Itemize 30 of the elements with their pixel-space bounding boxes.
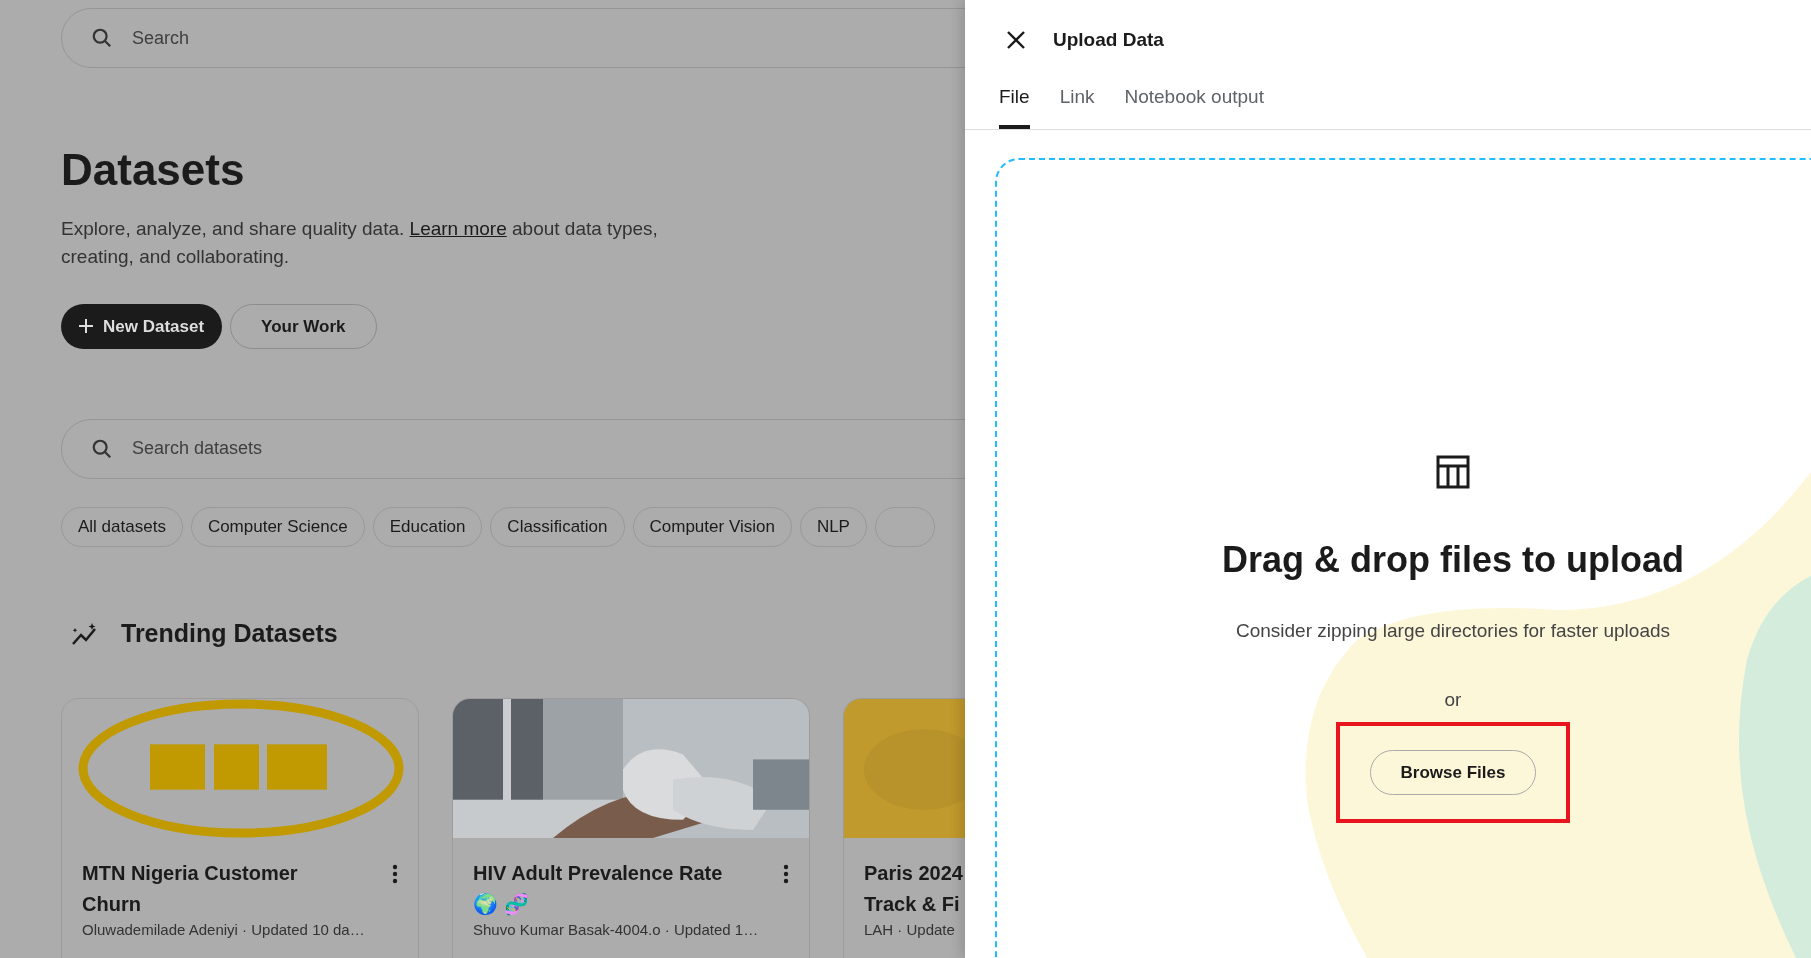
more-options-icon[interactable] <box>392 864 398 885</box>
or-text: or <box>1444 687 1462 712</box>
card-title: HIV Adult Prevalence Rate 🌍 🧬 <box>473 861 724 918</box>
search-field[interactable]: Search <box>61 8 965 68</box>
card-meta: Oluwademilade Adeniyi · Updated 10 da… <box>82 920 366 941</box>
trending-icon <box>71 621 99 646</box>
search-icon <box>91 437 113 460</box>
tab[interactable]: File <box>999 82 1030 129</box>
dialog-title: Upload Data <box>1053 28 1164 52</box>
search-icon <box>91 27 113 49</box>
section-title: Trending Datasets <box>121 617 338 649</box>
dropzone-heading: Drag & drop files to upload <box>1222 538 1684 582</box>
dropzone[interactable]: Drag & drop files to upload Consider zipping large directories for faster uploads or Browse Files <box>995 158 1811 958</box>
learn-more-link[interactable]: Learn more <box>409 217 507 239</box>
card-meta: Shuvo Kumar Basak-4004.o · Updated 1… <box>473 920 760 941</box>
tab[interactable]: Link <box>1059 82 1095 129</box>
dropzone-hint: Consider zipping large directories for faster uploads <box>1235 619 1671 643</box>
page-title: Datasets <box>61 144 246 196</box>
card-title: Paris 2024 Track & Fi <box>864 861 963 918</box>
dataset-card[interactable]: MTN Nigeria Customer Churn Oluwademilade Adeniyi · Updated 10 da… <box>61 698 419 958</box>
dataset-search-field[interactable]: Search datasets <box>61 418 965 479</box>
dataset-card[interactable]: HIV Adult Prevalence Rate 🌍 🧬 Shuvo Kumar Basak-4004.o · Updated 1… <box>452 698 810 958</box>
card-meta: LAH · Update <box>864 920 956 941</box>
table-icon <box>1436 455 1470 489</box>
new-dataset-button[interactable]: New Dataset <box>61 303 223 349</box>
intro-text: Explore, analyze, and share quality data. Learn more about data types, creating, and collaborating. <box>61 216 659 269</box>
card-title: MTN Nigeria Customer Churn <box>82 861 299 918</box>
plus-icon <box>79 319 93 334</box>
tab[interactable]: Notebook output <box>1124 82 1264 129</box>
more-options-icon[interactable] <box>783 864 789 885</box>
